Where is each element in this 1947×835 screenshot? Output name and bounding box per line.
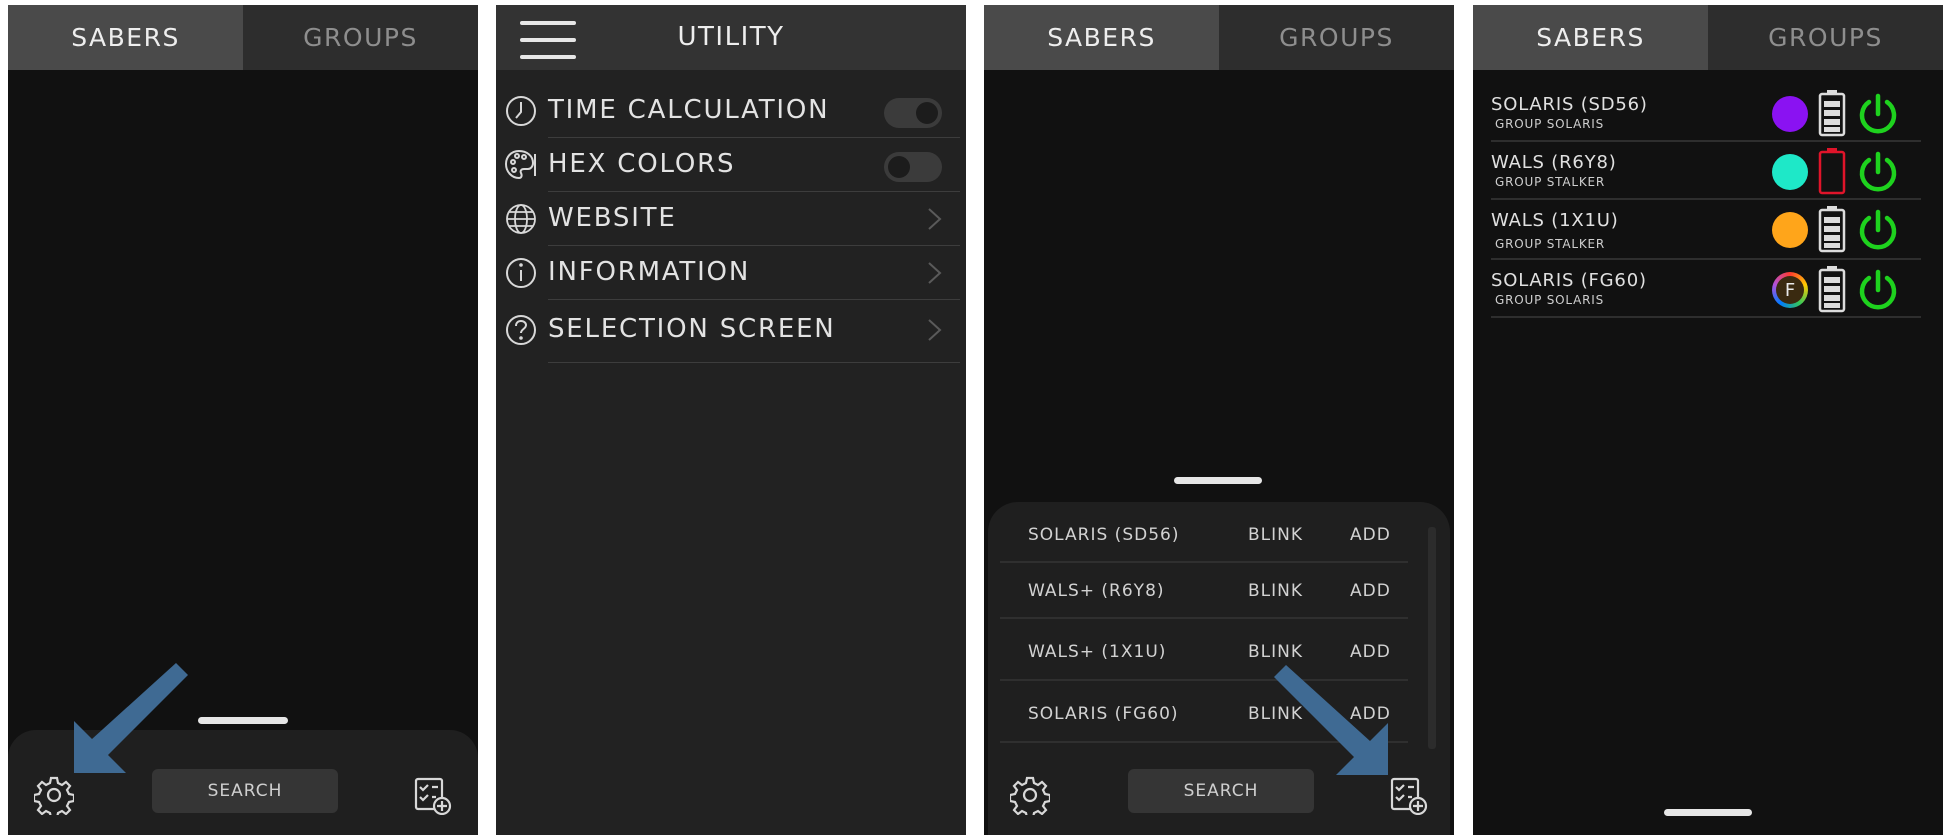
drawer-handle[interactable] (1174, 477, 1262, 484)
help-icon (506, 315, 536, 345)
battery-full-icon (1818, 206, 1846, 253)
gear-icon[interactable] (34, 775, 74, 815)
tab-bar: SABERS GROUPS (984, 5, 1454, 70)
search-button[interactable]: SEARCH (152, 769, 338, 813)
saber-group: GROUP STALKER (1495, 237, 1606, 251)
sabers-screen-scan: SABERS GROUPS SOLARIS (SD56) BLINK ADD W… (984, 5, 1454, 835)
gear-icon[interactable] (1010, 775, 1050, 815)
add-button[interactable]: ADD (1350, 581, 1391, 601)
row-label: INFORMATION (548, 257, 751, 287)
row-label: TIME CALCULATION (548, 95, 830, 125)
info-icon (506, 258, 536, 288)
saber-name: WALS (1X1U) (1491, 210, 1619, 231)
saber-row[interactable]: WALS (1X1U) GROUP STALKER (1491, 200, 1921, 260)
tab-groups[interactable]: GROUPS (243, 5, 478, 70)
row-website[interactable]: WEBSITE (496, 192, 966, 246)
tab-sabers[interactable]: SABERS (984, 5, 1219, 70)
tab-bar: SABERS GROUPS (1473, 5, 1943, 70)
power-icon[interactable] (1857, 209, 1899, 251)
toggle-knob (916, 102, 938, 124)
divider (548, 362, 960, 363)
saber-row[interactable]: SOLARIS (SD56) GROUP SOLARIS (1491, 84, 1921, 142)
saber-row[interactable]: WALS (R6Y8) GROUP STALKER (1491, 142, 1921, 200)
effect-badge: F (1776, 276, 1804, 304)
divider (1491, 316, 1921, 318)
saber-group: GROUP STALKER (1495, 175, 1606, 189)
battery-full-icon (1818, 90, 1846, 137)
time-calculation-toggle[interactable] (884, 98, 942, 128)
saber-group: GROUP SOLARIS (1495, 293, 1605, 307)
hex-colors-toggle[interactable] (884, 152, 942, 182)
list-item: WALS+ (R6Y8) BLINK ADD (1000, 563, 1408, 619)
tab-bar: SABERS GROUPS (8, 5, 478, 70)
page-title: UTILITY (677, 22, 785, 52)
tab-sabers[interactable]: SABERS (1473, 5, 1708, 70)
power-icon[interactable] (1857, 269, 1899, 311)
list-item: SOLARIS (SD56) BLINK ADD (1000, 507, 1408, 563)
checklist-add-icon[interactable] (412, 775, 452, 815)
row-hex-colors[interactable]: HEX COLORS (496, 138, 966, 192)
scrollbar[interactable] (1428, 527, 1436, 749)
utility-screen: UTILITY TIME CALCULATION HEX COLORS WEBS… (496, 5, 966, 835)
color-swatch[interactable] (1772, 212, 1808, 248)
sabers-screen-list: SABERS GROUPS SOLARIS (SD56) GROUP SOLAR… (1473, 5, 1943, 835)
blink-button[interactable]: BLINK (1248, 525, 1303, 545)
globe-icon (506, 204, 536, 234)
saber-name: WALS (R6Y8) (1491, 152, 1617, 173)
divider (548, 299, 960, 300)
device-name: SOLARIS (SD56) (1028, 525, 1180, 545)
toggle-knob (888, 156, 910, 178)
device-name: WALS+ (1X1U) (1028, 642, 1167, 662)
chevron-right-icon (928, 319, 942, 341)
battery-low-icon (1818, 148, 1846, 195)
color-swatch[interactable] (1772, 154, 1808, 190)
chevron-right-icon (928, 208, 942, 230)
color-swatch-multicolor[interactable]: F (1772, 272, 1808, 308)
clock-icon (506, 96, 536, 126)
arrow-annotation (74, 663, 188, 773)
add-button[interactable]: ADD (1350, 525, 1391, 545)
device-name: SOLARIS (FG60) (1028, 704, 1179, 724)
row-time-calculation[interactable]: TIME CALCULATION (496, 84, 966, 138)
utility-header: UTILITY (496, 5, 966, 70)
drawer-handle[interactable] (198, 717, 288, 724)
tab-groups[interactable]: GROUPS (1219, 5, 1454, 70)
checklist-add-icon[interactable] (1388, 775, 1428, 815)
row-label: SELECTION SCREEN (548, 314, 836, 344)
row-label: WEBSITE (548, 203, 677, 233)
power-icon[interactable] (1857, 93, 1899, 135)
device-name: WALS+ (R6Y8) (1028, 581, 1165, 601)
tab-groups[interactable]: GROUPS (1708, 5, 1943, 70)
arrow-annotation (1274, 665, 1388, 775)
sabers-screen-empty: SABERS GROUPS SEARCH (8, 5, 478, 835)
row-label: HEX COLORS (548, 149, 736, 179)
power-icon[interactable] (1857, 151, 1899, 193)
palette-icon (504, 149, 536, 180)
saber-row[interactable]: SOLARIS (FG60) GROUP SOLARIS F (1491, 260, 1921, 318)
tab-sabers[interactable]: SABERS (8, 5, 243, 70)
chevron-right-icon (928, 262, 942, 284)
blink-button[interactable]: BLINK (1248, 581, 1303, 601)
color-swatch[interactable] (1772, 96, 1808, 132)
saber-name: SOLARIS (SD56) (1491, 94, 1648, 115)
saber-name: SOLARIS (FG60) (1491, 270, 1647, 291)
home-indicator (1664, 809, 1752, 816)
row-selection-screen[interactable]: SELECTION SCREEN (496, 303, 966, 363)
battery-full-icon (1818, 266, 1846, 313)
saber-group: GROUP SOLARIS (1495, 117, 1605, 131)
row-information[interactable]: INFORMATION (496, 246, 966, 300)
